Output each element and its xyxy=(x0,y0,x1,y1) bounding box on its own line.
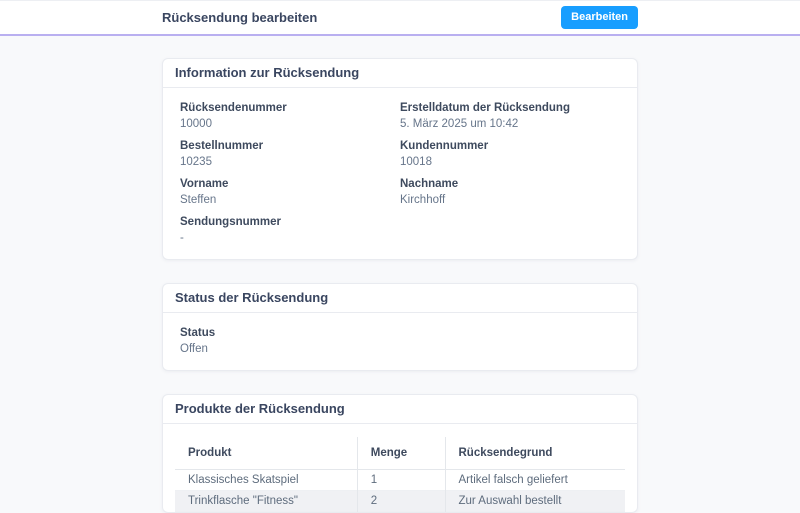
field-status: Status Offen xyxy=(180,327,620,356)
card-title: Produkte der Rücksendung xyxy=(175,402,625,416)
field-value: 5. März 2025 um 10:42 xyxy=(400,118,620,131)
card-title: Status der Rücksendung xyxy=(175,291,625,305)
field-last-name: Nachname Kirchhoff xyxy=(400,178,620,207)
field-value: - xyxy=(180,232,400,245)
field-label: Rücksendenummer xyxy=(180,102,400,115)
field-first-name: Vorname Steffen xyxy=(180,178,400,207)
smart-bar: Rücksendung bearbeiten Bearbeiten xyxy=(0,0,800,36)
field-label: Status xyxy=(180,327,620,340)
return-status-card: Status der Rücksendung Status Offen xyxy=(162,283,638,371)
cell-quantity: 2 xyxy=(357,491,445,512)
table-row: Trinkflasche "Fitness" 2 Zur Auswahl bes… xyxy=(175,491,625,512)
page-title: Rücksendung bearbeiten xyxy=(162,10,317,25)
field-label: Sendungsnummer xyxy=(180,216,400,229)
return-products-card: Produkte der Rücksendung Produkt Menge R… xyxy=(162,394,638,513)
field-value: 10000 xyxy=(180,118,400,131)
field-label: Erstelldatum der Rücksendung xyxy=(400,102,620,115)
status-value: Offen xyxy=(180,343,620,356)
main-content: Information zur Rücksendung Rücksendenum… xyxy=(0,36,800,513)
card-header: Status der Rücksendung xyxy=(163,284,637,313)
products-table-wrapper: Produkt Menge Rücksendegrund Klassisches… xyxy=(163,424,637,512)
cell-reason: Artikel falsch geliefert xyxy=(445,470,625,491)
cell-reason: Zur Auswahl bestellt xyxy=(445,491,625,512)
card-header: Produkte der Rücksendung xyxy=(163,395,637,424)
field-value: Kirchhoff xyxy=(400,194,620,207)
return-info-fields: Rücksendenummer 10000 Erstelldatum der R… xyxy=(163,88,637,259)
column-header-quantity: Menge xyxy=(357,437,445,470)
field-value: 10018 xyxy=(400,156,620,169)
cell-product: Klassisches Skatspiel xyxy=(175,470,357,491)
field-label: Kundennummer xyxy=(400,140,620,153)
field-order-number: Bestellnummer 10235 xyxy=(180,140,400,169)
column-header-reason: Rücksendegrund xyxy=(445,437,625,470)
table-row: Klassisches Skatspiel 1 Artikel falsch g… xyxy=(175,470,625,491)
return-status-body: Status Offen xyxy=(163,313,637,370)
card-title: Information zur Rücksendung xyxy=(175,66,625,80)
cell-product: Trinkflasche "Fitness" xyxy=(175,491,357,512)
card-header: Information zur Rücksendung xyxy=(163,59,637,88)
field-return-number: Rücksendenummer 10000 xyxy=(180,102,400,131)
field-tracking-number: Sendungsnummer - xyxy=(180,216,400,245)
cell-quantity: 1 xyxy=(357,470,445,491)
field-created-date: Erstelldatum der Rücksendung 5. März 202… xyxy=(400,102,620,131)
table-header-row: Produkt Menge Rücksendegrund xyxy=(175,437,625,470)
field-customer-number: Kundennummer 10018 xyxy=(400,140,620,169)
field-label: Nachname xyxy=(400,178,620,191)
column-header-product: Produkt xyxy=(175,437,357,470)
field-label: Vorname xyxy=(180,178,400,191)
edit-button[interactable]: Bearbeiten xyxy=(561,6,638,29)
return-info-card: Information zur Rücksendung Rücksendenum… xyxy=(162,58,638,260)
products-table: Produkt Menge Rücksendegrund Klassisches… xyxy=(175,437,625,512)
field-value: Steffen xyxy=(180,194,400,207)
field-label: Bestellnummer xyxy=(180,140,400,153)
field-value: 10235 xyxy=(180,156,400,169)
